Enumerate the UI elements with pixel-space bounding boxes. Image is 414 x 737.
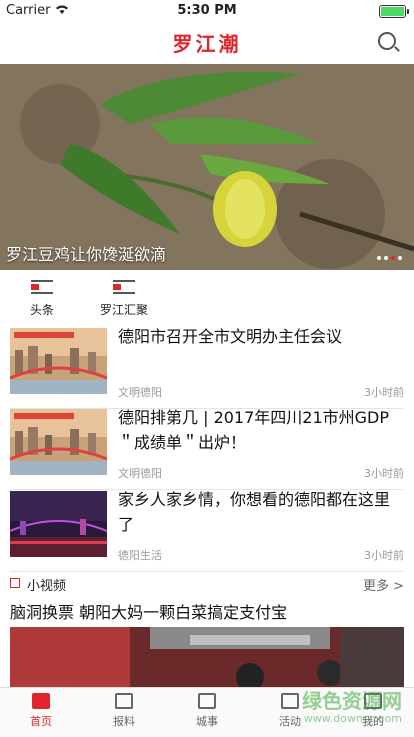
news-thumbnail bbox=[10, 409, 107, 475]
gather-icon bbox=[113, 280, 135, 294]
building-icon bbox=[198, 693, 216, 709]
tab-city[interactable]: 城事 bbox=[166, 688, 248, 737]
channel-label: 头条 bbox=[29, 303, 54, 317]
video-thumbnail[interactable] bbox=[10, 627, 404, 687]
video-section-header: 小视频 更多 > bbox=[10, 573, 404, 595]
image-icon bbox=[115, 693, 133, 709]
channel-label: 罗江汇聚 bbox=[99, 303, 148, 317]
app-logo: 罗江潮 bbox=[172, 32, 242, 56]
news-source: 德阳生活 bbox=[118, 549, 162, 562]
video-section-title: 小视频 bbox=[27, 579, 67, 594]
tab-report[interactable]: 报料 bbox=[83, 688, 165, 737]
news-title: 德阳市召开全市文明办主任会议 bbox=[118, 327, 343, 346]
watermark-url: www.downcc.com bbox=[303, 712, 402, 725]
clock: 5:30 PM bbox=[177, 3, 237, 18]
carousel-dot bbox=[391, 256, 395, 260]
news-title: 德阳排第几 | 2017年四川21市州GDP ＂成绩单＂出炉！ bbox=[118, 408, 390, 452]
activity-icon bbox=[281, 693, 299, 709]
banner-carousel[interactable]: 罗江豆鸡让你馋涎欲滴 bbox=[0, 64, 414, 270]
news-thumbnail bbox=[10, 491, 107, 557]
news-source: 文明德阳 bbox=[118, 467, 162, 480]
video-icon bbox=[10, 578, 20, 588]
tab-label: 报料 bbox=[113, 715, 135, 728]
news-thumbnail bbox=[10, 328, 107, 394]
watermark: 绿色资源网 bbox=[302, 689, 402, 713]
search-icon[interactable] bbox=[378, 32, 396, 50]
carousel-dot bbox=[384, 256, 388, 260]
battery-icon bbox=[379, 5, 409, 18]
news-item[interactable]: 德阳市召开全市文明办主任会议 文明德阳 3小时前 bbox=[10, 324, 404, 409]
tab-label: 城事 bbox=[196, 715, 218, 728]
news-title: 家乡人家乡情，你想看的德阳都在这里了 bbox=[118, 490, 391, 534]
news-item[interactable]: 德阳排第几 | 2017年四川21市州GDP ＂成绩单＂出炉！ 文明德阳 3小时… bbox=[10, 405, 404, 490]
home-icon bbox=[32, 693, 50, 709]
app-header: 罗江潮 bbox=[0, 22, 414, 64]
tab-home[interactable]: 首页 bbox=[0, 688, 82, 737]
news-time: 3小时前 bbox=[364, 467, 404, 480]
tab-label: 首页 bbox=[30, 715, 52, 728]
channel-bar: 头条 罗江汇聚 bbox=[0, 270, 414, 324]
carousel-dot bbox=[377, 256, 381, 260]
channel-headlines[interactable]: 头条 bbox=[22, 280, 62, 318]
news-source: 文明德阳 bbox=[118, 386, 162, 399]
news-time: 3小时前 bbox=[364, 549, 404, 562]
status-bar: Carrier 5:30 PM bbox=[0, 0, 414, 22]
carousel-dot bbox=[398, 256, 402, 260]
channel-luojiang[interactable]: 罗江汇聚 bbox=[92, 280, 156, 318]
headlines-icon bbox=[31, 280, 53, 294]
news-time: 3小时前 bbox=[364, 386, 404, 399]
carousel-dots bbox=[377, 256, 402, 260]
more-link[interactable]: 更多 > bbox=[363, 575, 404, 594]
banner-image bbox=[0, 64, 414, 270]
video-title[interactable]: 脑洞换票 朝阳大妈一颗白菜搞定支付宝 bbox=[10, 599, 287, 623]
banner-caption: 罗江豆鸡让你馋涎欲滴 bbox=[6, 245, 167, 264]
news-item[interactable]: 家乡人家乡情，你想看的德阳都在这里了 德阳生活 3小时前 bbox=[10, 487, 404, 572]
tab-label: 活动 bbox=[279, 715, 301, 728]
